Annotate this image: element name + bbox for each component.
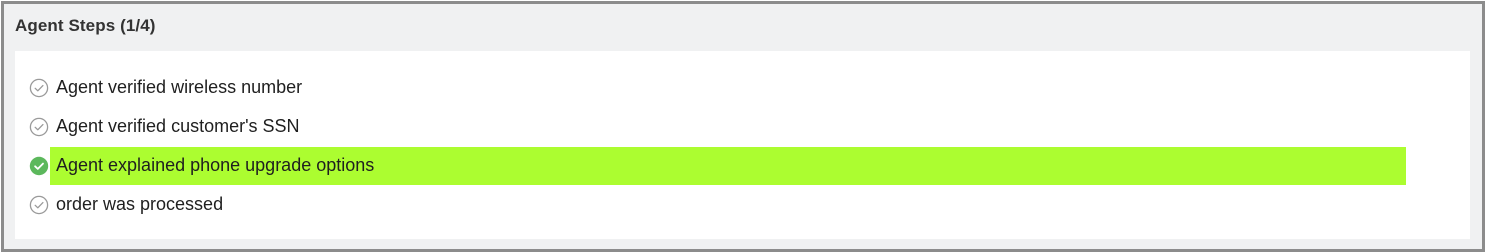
step-item: Agent verified customer's SSN: [15, 108, 1470, 146]
steps-list: Agent verified wireless number Agent ver…: [15, 51, 1470, 239]
agent-steps-panel: Agent Steps (1/4) Agent verified wireles…: [1, 1, 1485, 252]
check-circle-filled-icon: [29, 156, 49, 176]
step-item: order was processed: [15, 186, 1470, 224]
check-circle-outline-icon: [29, 78, 49, 98]
step-item-highlighted: Agent explained phone upgrade options: [15, 147, 1470, 185]
panel-header: Agent Steps (1/4): [4, 4, 1482, 48]
step-label: Agent explained phone upgrade options: [56, 155, 375, 175]
step-label: order was processed: [56, 194, 224, 214]
step-item: Agent verified wireless number: [15, 69, 1470, 107]
panel-title: Agent Steps (1/4): [15, 16, 156, 35]
step-label: Agent verified customer's SSN: [56, 116, 300, 136]
step-label: Agent verified wireless number: [56, 77, 303, 97]
check-circle-outline-icon: [29, 195, 49, 215]
check-circle-outline-icon: [29, 117, 49, 137]
